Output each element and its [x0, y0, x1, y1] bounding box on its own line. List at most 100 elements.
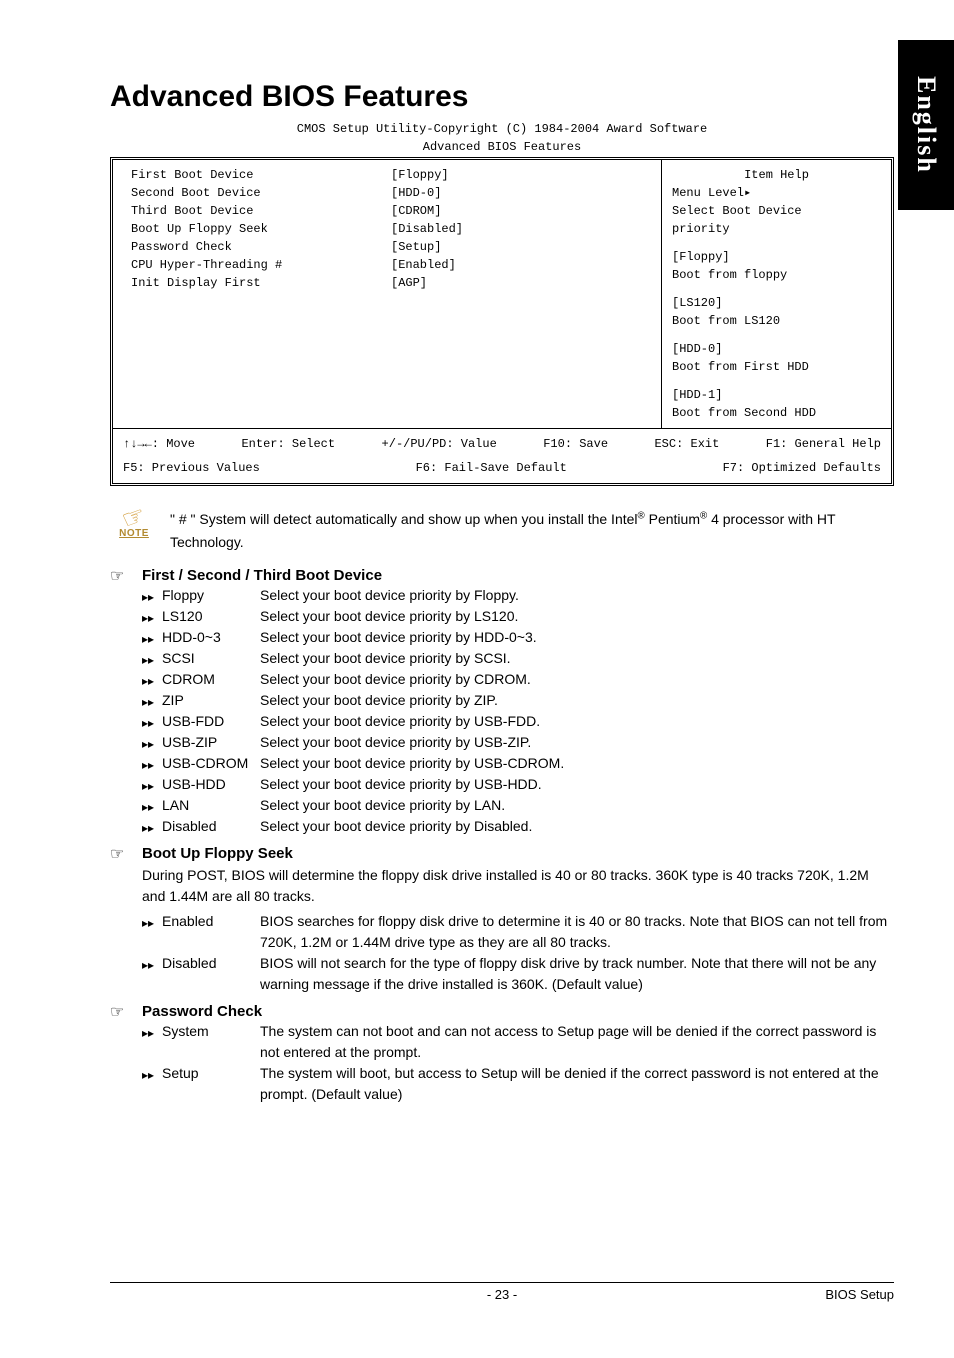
bullet-icon: ▸▸: [142, 953, 162, 974]
help-option-desc: Boot from Second HDD: [672, 404, 881, 422]
option-desc: The system will boot, but access to Setu…: [260, 1063, 894, 1105]
option-name: LS120: [162, 606, 260, 627]
help-option: [LS120] Boot from LS120: [672, 294, 881, 330]
section-title: Boot Up Floppy Seek: [142, 845, 293, 862]
option-row: ▸▸DisabledSelect your boot device priori…: [142, 816, 894, 837]
help-option-key: [HDD-1]: [672, 386, 881, 404]
help-option: [HDD-1] Boot from Second HDD: [672, 386, 881, 422]
help-option-desc: Boot from floppy: [672, 266, 881, 284]
bullet-icon: ▸▸: [142, 753, 162, 774]
help-option-key: [HDD-0]: [672, 340, 881, 358]
option-row: ▸▸USB-ZIPSelect your boot device priorit…: [142, 732, 894, 753]
option-row: ▸▸SCSISelect your boot device priority b…: [142, 648, 894, 669]
hand-icon: ☞: [110, 845, 132, 863]
bullet-icon: ▸▸: [142, 690, 162, 711]
section-password-check: ☞ Password Check ▸▸SystemThe system can …: [110, 1003, 894, 1105]
setting-row[interactable]: CPU Hyper-Threading # [Enabled]: [131, 256, 651, 274]
section-title: Password Check: [142, 1003, 262, 1020]
bullet-icon: ▸▸: [142, 669, 162, 690]
setting-value: [CDROM]: [391, 202, 441, 220]
bullet-icon: ▸▸: [142, 648, 162, 669]
key-value: +/-/PU/PD: Value: [382, 435, 497, 453]
note-text: " # " System will detect automatically a…: [170, 504, 894, 553]
key-enter: Enter: Select: [241, 435, 335, 453]
key-f5: F5: Previous Values: [123, 459, 260, 477]
bullet-icon: ▸▸: [142, 585, 162, 606]
hand-icon: ☞: [110, 1003, 132, 1021]
page-title: Advanced BIOS Features: [110, 80, 894, 114]
bullet-icon: ▸▸: [142, 711, 162, 732]
bios-header-2: Advanced BIOS Features: [110, 140, 894, 156]
setting-value: [Floppy]: [391, 166, 449, 184]
language-tab-text: English: [911, 76, 941, 174]
help-title: Item Help: [672, 166, 881, 184]
bullet-icon: ▸▸: [142, 732, 162, 753]
section-first-boot-device: ☞ First / Second / Third Boot Device ▸▸F…: [110, 567, 894, 837]
option-name: Floppy: [162, 585, 260, 606]
page-footer: - 23 - BIOS Setup: [110, 1282, 894, 1302]
setting-row[interactable]: Third Boot Device [CDROM]: [131, 202, 651, 220]
option-row: ▸▸USB-FDDSelect your boot device priorit…: [142, 711, 894, 732]
bullet-icon: ▸▸: [142, 1063, 162, 1084]
hand-icon: ☞: [110, 567, 132, 585]
option-desc: Select your boot device priority by SCSI…: [260, 648, 894, 669]
key-esc: ESC: Exit: [654, 435, 719, 453]
setting-label: First Boot Device: [131, 166, 391, 184]
option-desc: Select your boot device priority by USB-…: [260, 774, 894, 795]
help-option: [HDD-0] Boot from First HDD: [672, 340, 881, 376]
bullet-icon: ▸▸: [142, 911, 162, 932]
option-desc: Select your boot device priority by USB-…: [260, 753, 894, 774]
bullet-icon: ▸▸: [142, 774, 162, 795]
option-desc: Select your boot device priority by USB-…: [260, 711, 894, 732]
setting-label: CPU Hyper-Threading #: [131, 256, 391, 274]
key-f1: F1: General Help: [766, 435, 881, 453]
setting-value: [HDD-0]: [391, 184, 441, 202]
setting-label: Init Display First: [131, 274, 391, 292]
bios-key-legend: ↑↓→←: Move Enter: Select +/-/PU/PD: Valu…: [113, 429, 891, 483]
option-name: Setup: [162, 1063, 260, 1084]
option-row: ▸▸CDROMSelect your boot device priority …: [142, 669, 894, 690]
key-move: ↑↓→←: Move: [123, 435, 195, 453]
setting-row[interactable]: Password Check [Setup]: [131, 238, 651, 256]
help-option-key: [Floppy]: [672, 248, 881, 266]
setting-row[interactable]: Init Display First [AGP]: [131, 274, 651, 292]
setting-row[interactable]: Boot Up Floppy Seek [Disabled]: [131, 220, 651, 238]
setting-row[interactable]: Second Boot Device [HDD-0]: [131, 184, 651, 202]
option-desc: Select your boot device priority by HDD-…: [260, 627, 894, 648]
option-name: USB-FDD: [162, 711, 260, 732]
section-boot-up-floppy-seek: ☞ Boot Up Floppy Seek During POST, BIOS …: [110, 845, 894, 995]
bios-window: First Boot Device [Floppy] Second Boot D…: [110, 157, 894, 486]
option-row: ▸▸LS120Select your boot device priority …: [142, 606, 894, 627]
bullet-icon: ▸▸: [142, 606, 162, 627]
note-block: ☞ NOTE " # " System will detect automati…: [110, 504, 894, 553]
language-tab: English: [898, 40, 954, 210]
option-desc: Select your boot device priority by LS12…: [260, 606, 894, 627]
setting-value: [AGP]: [391, 274, 427, 292]
page-number: - 23 -: [110, 1287, 894, 1302]
option-row: ▸▸DisabledBIOS will not search for the t…: [142, 953, 894, 995]
bios-settings-panel: First Boot Device [Floppy] Second Boot D…: [113, 160, 661, 428]
option-desc: The system can not boot and can not acce…: [260, 1021, 894, 1063]
option-name: Disabled: [162, 816, 260, 837]
option-row: ▸▸SystemThe system can not boot and can …: [142, 1021, 894, 1063]
option-desc: Select your boot device priority by Disa…: [260, 816, 894, 837]
option-desc: Select your boot device priority by ZIP.: [260, 690, 894, 711]
section-paragraph: During POST, BIOS will determine the flo…: [142, 865, 894, 907]
setting-label: Password Check: [131, 238, 391, 256]
key-f7: F7: Optimized Defaults: [723, 459, 881, 477]
option-desc: BIOS searches for floppy disk drive to d…: [260, 911, 894, 953]
option-row: ▸▸FloppySelect your boot device priority…: [142, 585, 894, 606]
option-name: System: [162, 1021, 260, 1042]
key-f6: F6: Fail-Save Default: [416, 459, 567, 477]
help-text: priority: [672, 220, 881, 238]
option-name: SCSI: [162, 648, 260, 669]
option-name: Disabled: [162, 953, 260, 974]
option-row: ▸▸USB-HDDSelect your boot device priorit…: [142, 774, 894, 795]
help-option: [Floppy] Boot from floppy: [672, 248, 881, 284]
option-row: ▸▸HDD-0~3Select your boot device priorit…: [142, 627, 894, 648]
option-name: LAN: [162, 795, 260, 816]
setting-row[interactable]: First Boot Device [Floppy]: [131, 166, 651, 184]
setting-label: Third Boot Device: [131, 202, 391, 220]
setting-value: [Setup]: [391, 238, 441, 256]
setting-label: Boot Up Floppy Seek: [131, 220, 391, 238]
